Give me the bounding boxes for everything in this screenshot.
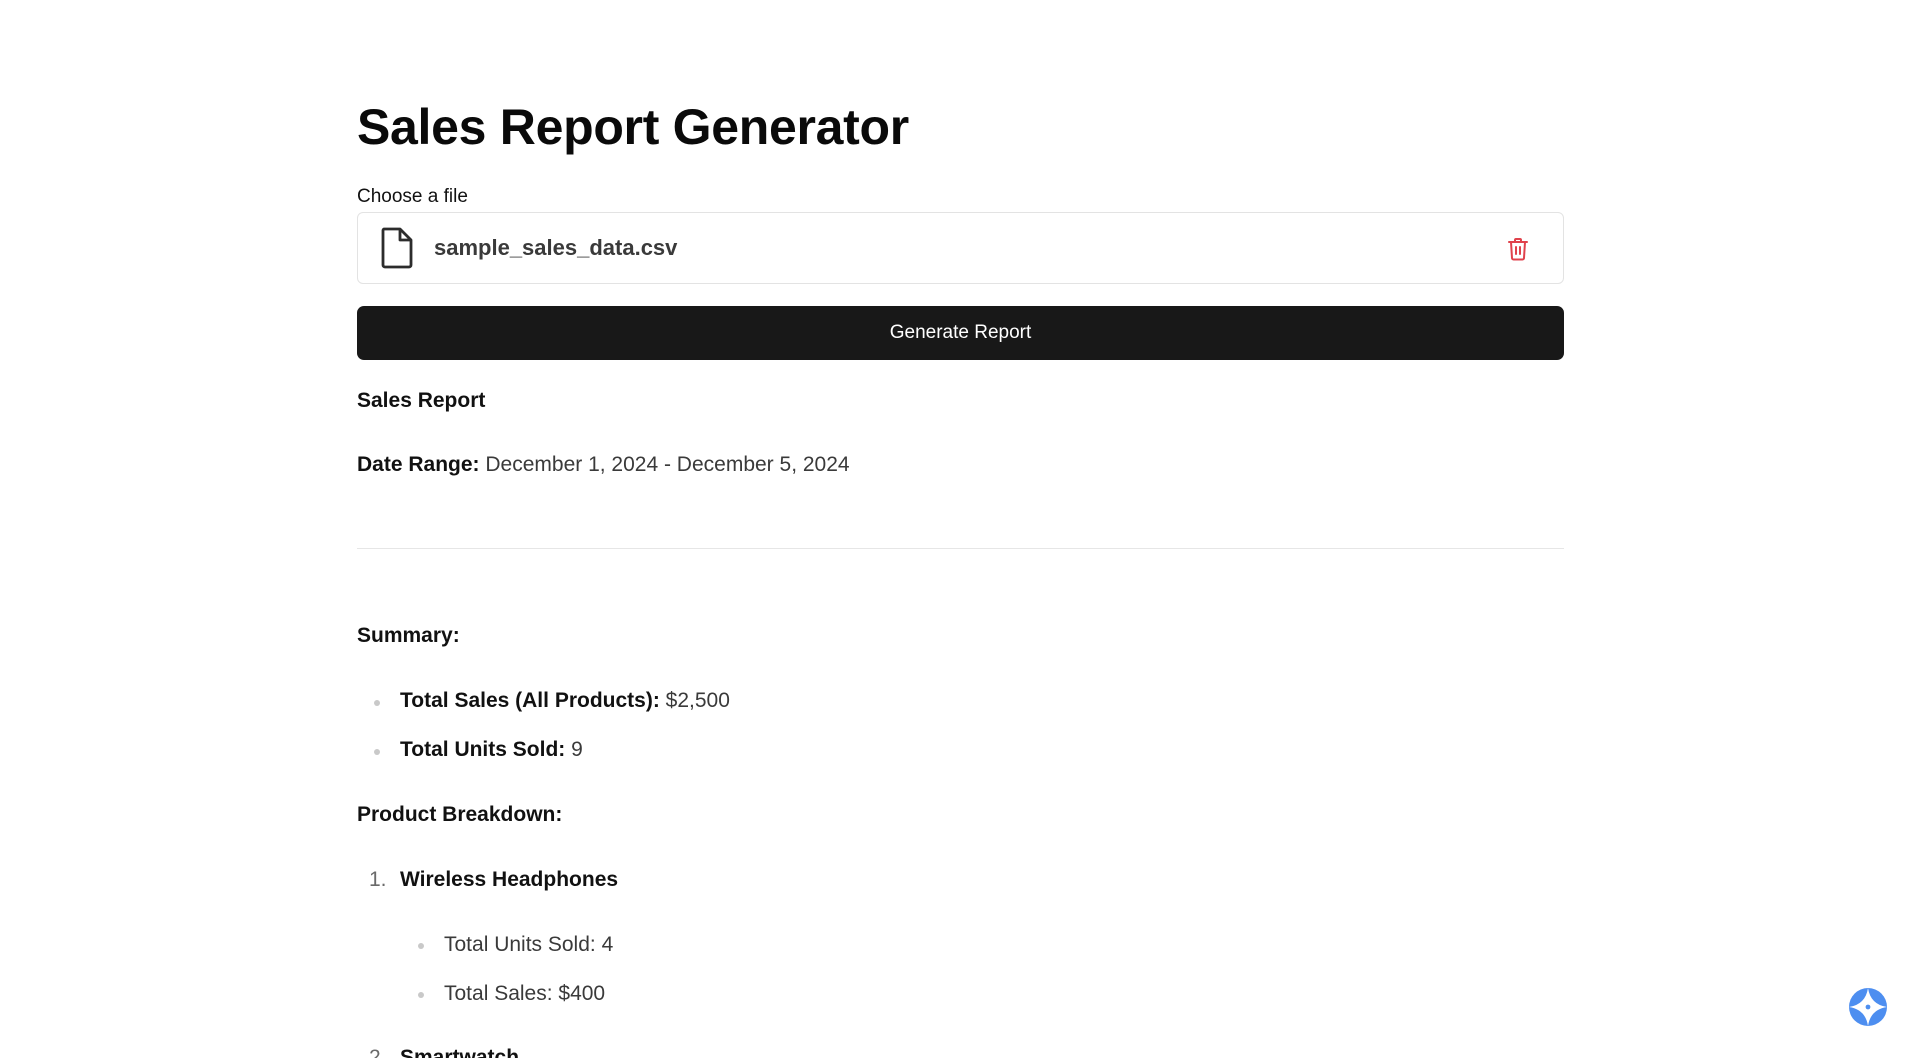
list-marker: 2. <box>369 1046 387 1058</box>
date-range-value: December 1, 2024 - December 5, 2024 <box>485 453 850 476</box>
compass-star-icon[interactable] <box>1848 987 1888 1027</box>
bullet-marker <box>418 943 424 949</box>
document-icon <box>380 227 414 269</box>
summary-label: Total Sales (All Products): <box>400 689 660 712</box>
generate-report-button[interactable]: Generate Report <box>357 306 1564 360</box>
list-marker: 1. <box>369 868 387 891</box>
date-range: Date Range: December 1, 2024 - December … <box>357 453 850 477</box>
section-divider <box>357 548 1564 549</box>
selected-file-box[interactable]: sample_sales_data.csv <box>357 212 1564 284</box>
trash-icon[interactable] <box>1507 237 1529 261</box>
bullet-marker <box>374 749 380 755</box>
product-detail: Total Sales: $400 <box>444 982 606 1005</box>
app-window: Sales Report Generator Choose a file sam… <box>0 0 1920 1058</box>
selected-file-name: sample_sales_data.csv <box>434 235 678 260</box>
summary-value: $2,500 <box>665 689 730 712</box>
product-name: Wireless Headphones <box>400 868 619 891</box>
product-detail: Total Units Sold: 4 <box>444 933 614 956</box>
breakdown-heading: Product Breakdown: <box>357 803 563 826</box>
date-range-label: Date Range: <box>357 453 480 476</box>
summary-item-total-units: Total Units Sold: 9 <box>400 738 583 762</box>
summary-heading: Summary: <box>357 624 460 647</box>
product-name: Smartwatch <box>400 1046 520 1058</box>
bullet-marker <box>374 700 380 706</box>
page-title: Sales Report Generator <box>357 99 909 155</box>
summary-value: 9 <box>571 738 583 761</box>
summary-item-total-sales: Total Sales (All Products): $2,500 <box>400 689 730 713</box>
summary-label: Total Units Sold: <box>400 738 566 761</box>
bullet-marker <box>418 992 424 998</box>
file-input-label: Choose a file <box>357 186 468 207</box>
report-heading: Sales Report <box>357 389 486 412</box>
